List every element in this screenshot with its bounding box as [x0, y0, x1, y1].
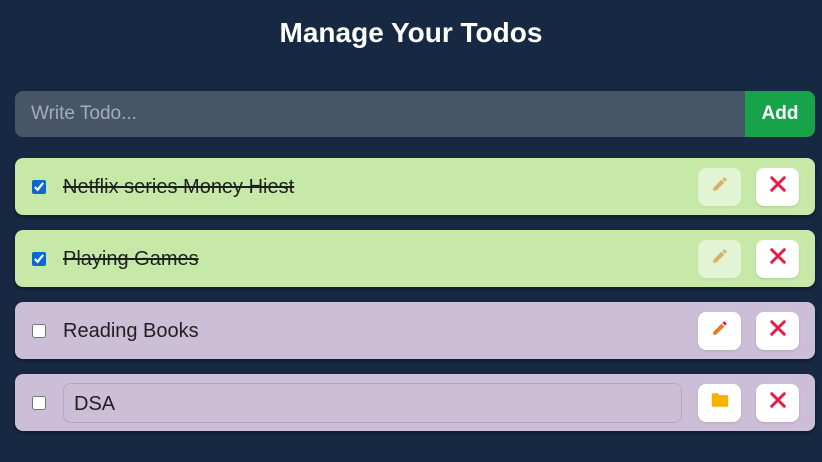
pencil-icon: [711, 247, 729, 270]
todo-checkbox[interactable]: [32, 395, 46, 410]
todo-checkbox[interactable]: [32, 179, 46, 194]
close-icon: [769, 391, 787, 414]
todo-item: Reading Books: [15, 302, 815, 359]
folder-icon: [711, 392, 729, 413]
delete-button[interactable]: [756, 311, 799, 350]
add-todo-form: Add: [15, 91, 815, 137]
todo-app: Manage Your Todos Add Netflix series Mon…: [0, 0, 822, 462]
edit-button[interactable]: [698, 311, 741, 350]
pencil-icon: [711, 175, 729, 198]
edit-button[interactable]: [698, 167, 741, 206]
pencil-icon: [711, 319, 729, 342]
close-icon: [769, 319, 787, 342]
todo-text: Netflix series Money Hiest: [63, 175, 295, 198]
todo-edit-field[interactable]: DSA: [63, 382, 682, 423]
save-button[interactable]: [698, 383, 741, 422]
page-title: Manage Your Todos: [279, 17, 543, 48]
todo-checkbox[interactable]: [32, 251, 46, 266]
todo-input[interactable]: [15, 91, 745, 137]
todo-list: Netflix series Money Hiest Playing Games…: [15, 158, 815, 446]
edit-button[interactable]: [698, 239, 741, 278]
todo-text: Reading Books: [63, 319, 199, 342]
todo-item: Playing Games: [15, 230, 815, 287]
todo-item: Netflix series Money Hiest: [15, 158, 815, 215]
close-icon: [769, 175, 787, 198]
todo-checkbox[interactable]: [32, 323, 46, 338]
todo-item: DSA: [15, 374, 815, 431]
close-icon: [769, 247, 787, 270]
add-button[interactable]: Add: [745, 91, 815, 137]
delete-button[interactable]: [756, 383, 799, 422]
delete-button[interactable]: [756, 167, 799, 206]
delete-button[interactable]: [756, 239, 799, 278]
todo-text: Playing Games: [63, 247, 199, 270]
